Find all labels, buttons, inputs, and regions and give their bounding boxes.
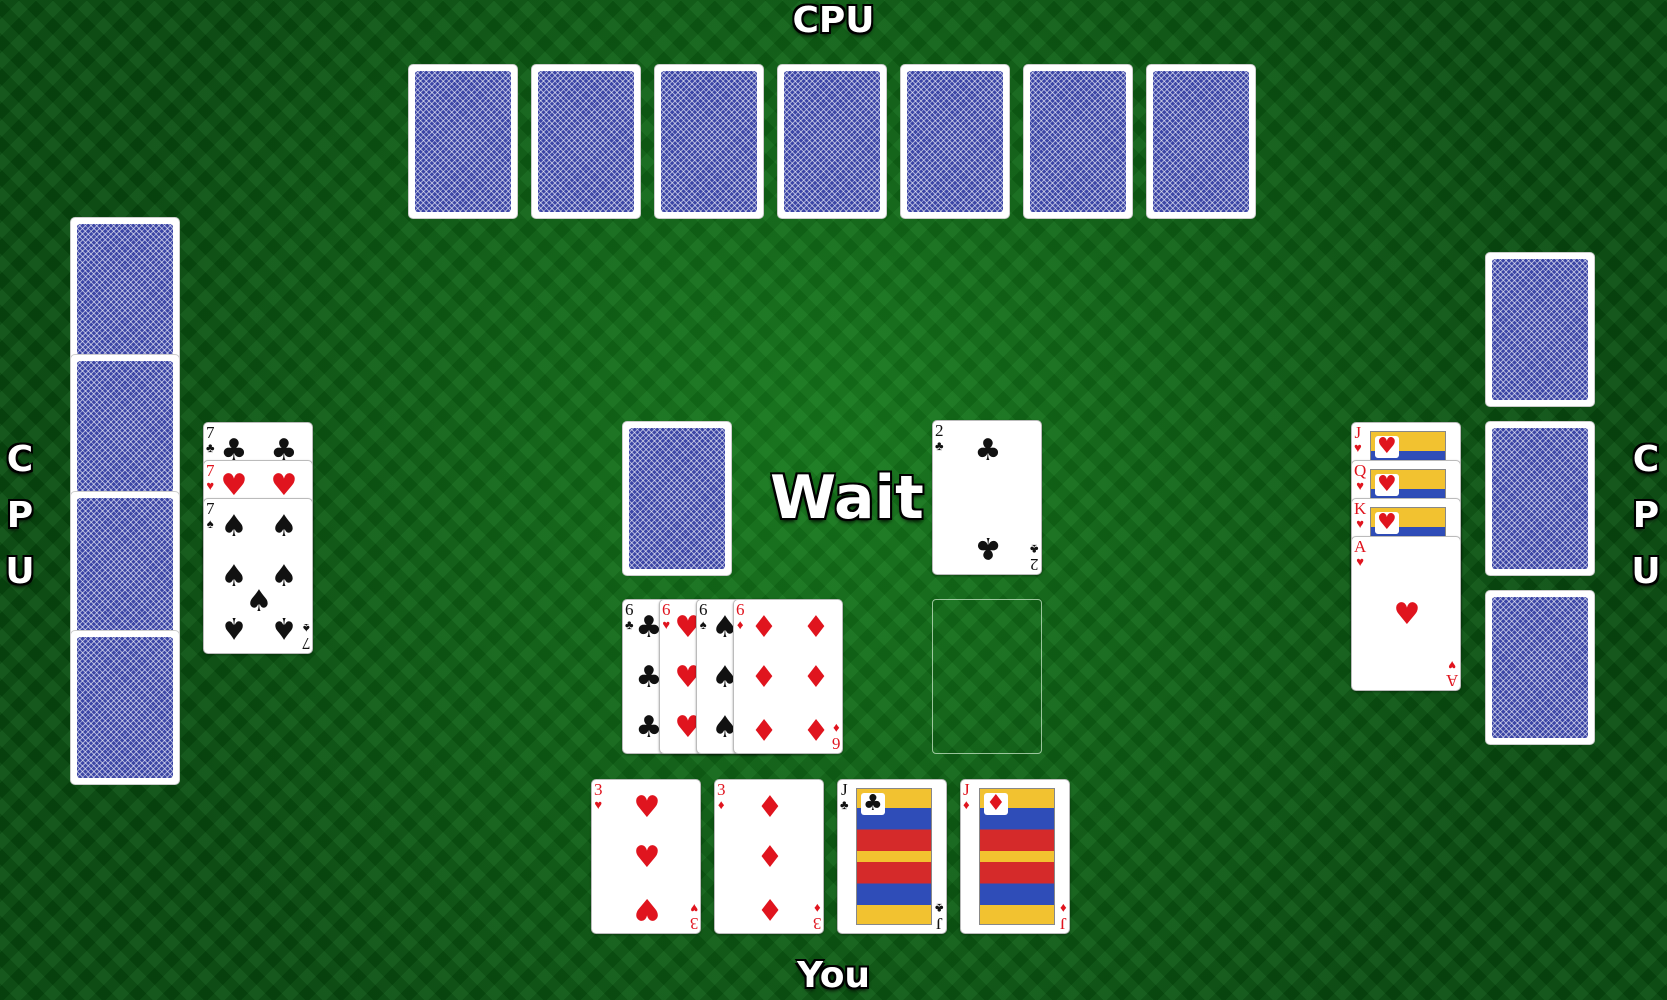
player-label: You: [796, 955, 871, 996]
hand-card[interactable]: 3 ♥ ♥ ♥ ♥ 3 ♥: [591, 779, 701, 934]
card-back: [70, 217, 180, 372]
card-back: [1146, 64, 1256, 219]
playing-card: A ♥ ♥ A ♥: [1351, 536, 1461, 691]
card-back: [654, 64, 764, 219]
card-back: [70, 630, 180, 785]
playing-card: 7 ♠ ♠ ♠ ♠ ♠ ♠ ♠ ♠ 7 ♠: [203, 498, 313, 654]
card-back: [1023, 64, 1133, 219]
card-back: [70, 354, 180, 509]
top-opponent-label: CPU: [792, 0, 875, 41]
discard-pile[interactable]: 2 ♣ ♣ ♣ 2 ♣: [932, 420, 1042, 575]
hand-card[interactable]: J ♣ ♣ J ♣: [837, 779, 947, 934]
left-opponent-label: CPU: [5, 439, 35, 592]
draw-pile[interactable]: [622, 421, 732, 576]
hand-card[interactable]: 3 ♦ ♦ ♦ ♦ 3 ♦: [714, 779, 824, 934]
card-back: [1485, 421, 1595, 576]
card-back: [531, 64, 641, 219]
card-back: [1485, 590, 1595, 745]
empty-card-slot[interactable]: [932, 599, 1042, 754]
card-back: [1485, 252, 1595, 407]
card-back: [777, 64, 887, 219]
status-message: Wait: [770, 463, 924, 533]
right-opponent-label: CPU: [1631, 439, 1661, 592]
card-back: [70, 491, 180, 646]
card-back: [900, 64, 1010, 219]
playing-card: 6 ♦ ♦ ♦ ♦ ♦ ♦ ♦ 6 ♦: [733, 599, 843, 754]
card-back: [408, 64, 518, 219]
hand-card[interactable]: J ♦ ♦ J ♦: [960, 779, 1070, 934]
